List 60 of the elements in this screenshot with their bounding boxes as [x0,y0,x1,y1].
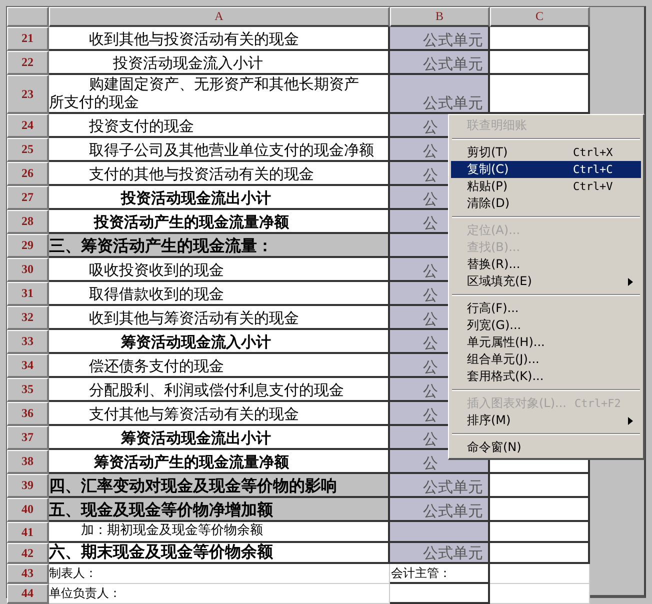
table-cell: 投资支付的现金 [49,114,390,138]
row-number[interactable]: 26 [7,162,49,186]
row-number[interactable]: 40 [7,498,49,522]
table-cell: 公式单元 [390,474,490,498]
table-cell: 投资活动产生的现金流量净额 [49,210,390,234]
table-cell: 取得借款收到的现金 [49,282,390,306]
row-number[interactable]: 44 [7,584,49,604]
table-cell: 四、汇率变动对现金及现金等价物的影响 [49,474,390,498]
corner-header[interactable] [7,7,49,27]
row-number[interactable]: 35 [7,378,49,402]
table-cell: 购建固定资产、无形资产和其他长期资产所支付的现金 [49,75,390,114]
table-cell: 公式单元 [390,27,490,51]
table-cell: 分配股利、利润或偿付利息支付的现金 [49,378,390,402]
table-cell: 公式单元 [390,75,490,114]
table-cell: 支付的其他与投资活动有关的现金 [49,162,390,186]
table-cell: 三、筹资活动产生的现金流量： [49,234,390,258]
table-cell: 加：期初现金及现金等价物余额 [49,522,390,543]
row-number[interactable]: 33 [7,330,49,354]
row-number[interactable]: 29 [7,234,49,258]
table-cell: 公式单元 [390,51,490,75]
table-cell: 筹资活动产生的现金流量净额 [49,450,390,474]
table-cell: 吸收投资收到的现金 [49,258,390,282]
row-number[interactable]: 21 [7,27,49,51]
row-number[interactable]: 36 [7,402,49,426]
column-header[interactable]: B [390,7,490,27]
table-cell: 偿还债务支付的现金 [49,354,390,378]
table-cell: 会计主管： [390,564,490,584]
row-number[interactable]: 24 [7,114,49,138]
table-cell: 五、现金及现金等价物净增加额 [49,498,390,522]
row-number[interactable]: 38 [7,450,49,474]
table-cell: 公式单元 [390,498,490,522]
row-number[interactable]: 31 [7,282,49,306]
table-cell: 收到其他与投资活动有关的现金 [49,27,390,51]
row-number[interactable]: 32 [7,306,49,330]
table-cell: 投资活动现金流出小计 [49,186,390,210]
table-cell: 投资活动现金流入小计 [49,51,390,75]
column-header[interactable]: C [490,7,590,27]
table-cell: 支付其他与筹资活动有关的现金 [49,402,390,426]
table-cell: 制表人： [49,564,390,584]
row-number[interactable]: 23 [7,75,49,114]
menu-item[interactable]: 复制(C) Ctrl+C [451,161,641,178]
table-cell: 筹资活动现金流出小计 [49,426,390,450]
row-number[interactable]: 42 [7,543,49,564]
row-number[interactable]: 34 [7,354,49,378]
column-header[interactable]: A [49,7,390,27]
row-number[interactable]: 41 [7,522,49,543]
row-number[interactable]: 30 [7,258,49,282]
row-number[interactable]: 43 [7,564,49,584]
row-number[interactable]: 37 [7,426,49,450]
row-number[interactable]: 28 [7,210,49,234]
table-cell: 取得子公司及其他营业单位支付的现金净额 [49,138,390,162]
table-cell: 收到其他与筹资活动有关的现金 [49,306,390,330]
table-cell: 筹资活动现金流入小计 [49,330,390,354]
row-number[interactable]: 22 [7,51,49,75]
table-cell: 单位负责人： [49,584,390,604]
row-number[interactable]: 39 [7,474,49,498]
row-number[interactable]: 27 [7,186,49,210]
table-cell: 六、期末现金及现金等价物余额 [49,543,390,564]
row-number[interactable]: 25 [7,138,49,162]
table-cell: 公式单元 [390,543,490,564]
